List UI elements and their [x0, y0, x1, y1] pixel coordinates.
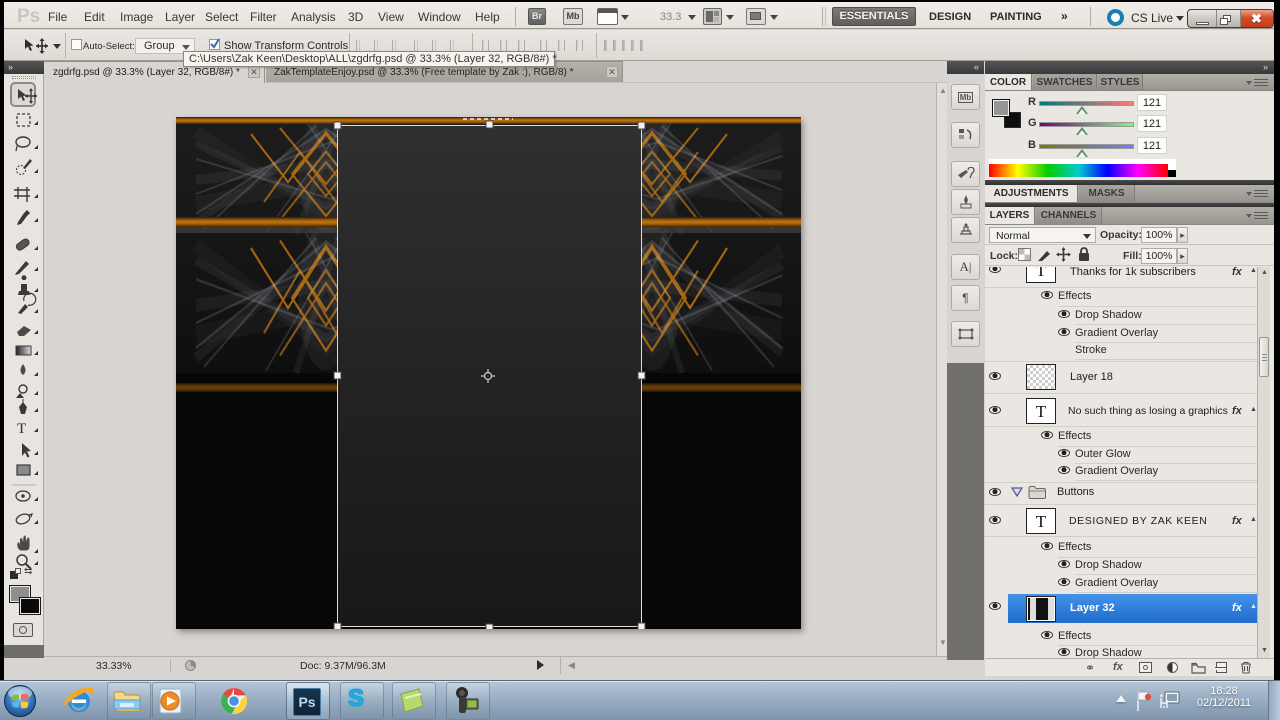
svg-text:T: T: [17, 421, 26, 437]
